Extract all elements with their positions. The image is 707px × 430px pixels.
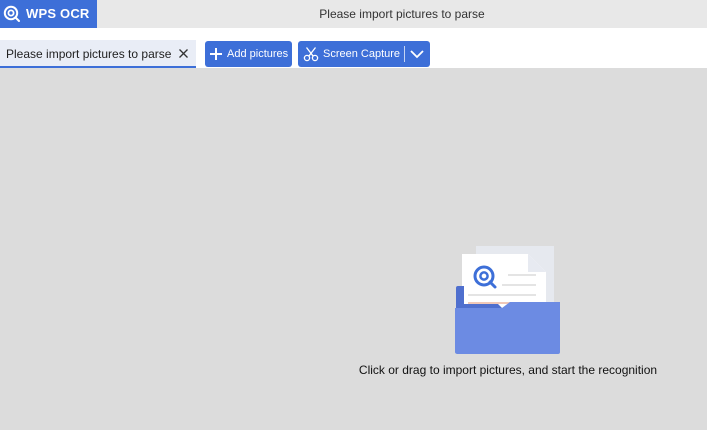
scissors-icon — [303, 47, 319, 62]
empty-state-hint: Click or drag to import pictures, and st… — [358, 363, 658, 377]
toolbar: Please import pictures to parse Add pict… — [0, 28, 707, 68]
add-pictures-label: Add pictures — [227, 48, 289, 60]
window-title: Please import pictures to parse — [319, 7, 485, 21]
screen-capture-label: Screen Capture — [323, 48, 401, 60]
app-name: WPS OCR — [26, 6, 90, 21]
tab-document[interactable]: Please import pictures to parse — [0, 40, 196, 68]
close-icon[interactable] — [178, 48, 189, 59]
chevron-down-icon[interactable] — [409, 48, 425, 60]
app-brand: WPS OCR — [0, 0, 97, 28]
tab-label: Please import pictures to parse — [6, 47, 172, 61]
ocr-logo-icon — [3, 5, 20, 22]
title-bar: WPS OCR Please import pictures to parse — [0, 0, 707, 28]
screen-capture-button[interactable]: Screen Capture — [298, 41, 430, 67]
button-divider — [404, 46, 405, 62]
plus-icon — [210, 48, 222, 60]
add-pictures-button[interactable]: Add pictures — [205, 41, 292, 67]
folder-document-icon[interactable] — [450, 246, 566, 358]
